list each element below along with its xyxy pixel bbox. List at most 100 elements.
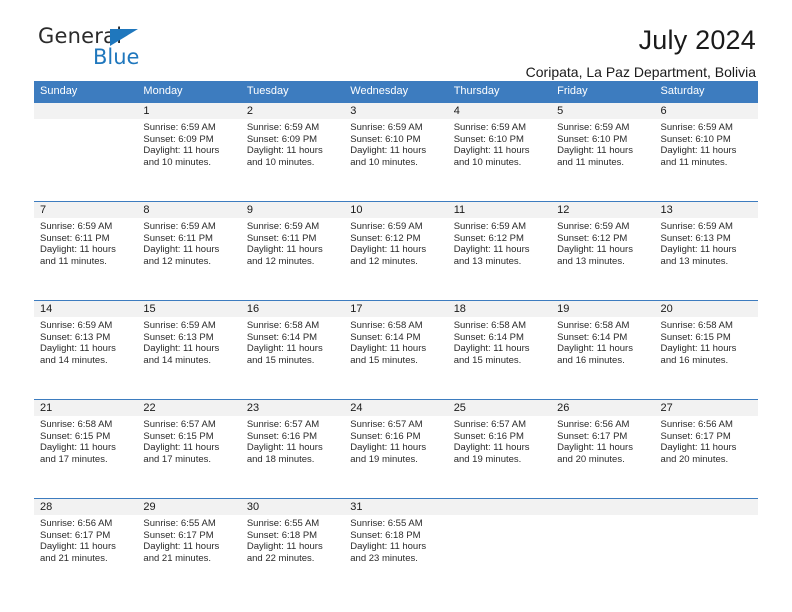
daylight-text-line2: and 13 minutes.: [660, 256, 729, 268]
daylight-text-line1: Daylight: 11 hours: [246, 145, 323, 157]
day-cell-inner: 22 Sunrise: 6:57 AM Sunset: 6:15 PM Dayligh…: [137, 399, 241, 488]
day-number: 21: [34, 400, 138, 416]
daylight-text-line2: and 16 minutes.: [557, 355, 625, 367]
sunset-text: Sunset: 6:11 PM: [143, 232, 213, 244]
calendar-day-cell[interactable]: 17 Sunrise: 6:58 AM Sunset: 6:14 PM Dayligh…: [344, 300, 448, 390]
calendar-day-cell[interactable]: 30 Sunrise: 6:55 AM Sunset: 6:18 PM Dayligh…: [240, 498, 345, 588]
calendar-day-cell[interactable]: 23 Sunrise: 6:57 AM Sunset: 6:16 PM Dayligh…: [240, 399, 345, 489]
daylight-text-line1: Daylight: 11 hours: [143, 343, 220, 355]
calendar-day-cell[interactable]: 12 Sunrise: 6:59 AM Sunset: 6:12 PM Dayligh…: [551, 201, 655, 291]
sunrise-text: Sunrise: 6:55 AM: [350, 518, 423, 529]
calendar-day-cell[interactable]: 3 Sunrise: 6:59 AM Sunset: 6:10 PM Daylight…: [344, 102, 448, 192]
day-number: 30: [240, 499, 345, 515]
week-spacer-cell: [34, 291, 758, 300]
day-details: Sunrise: 6:58 AM Sunset: 6:14 PM Daylight:…: [448, 317, 551, 367]
week-spacer-row: [34, 192, 758, 201]
calendar-day-cell[interactable]: 29 Sunrise: 6:55 AM Sunset: 6:17 PM Dayligh…: [137, 498, 241, 588]
sunset-text: Sunset: 6:17 PM: [40, 529, 111, 541]
general-blue-logo[interactable]: General Blue: [34, 24, 164, 70]
sunset-text: Sunset: 6:10 PM: [660, 133, 731, 145]
daylight-text-line2: and 15 minutes.: [246, 355, 315, 367]
calendar-day-cell[interactable]: 24 Sunrise: 6:57 AM Sunset: 6:16 PM Dayligh…: [344, 399, 448, 489]
day-number: 23: [240, 400, 345, 416]
calendar-day-cell[interactable]: 5 Sunrise: 6:59 AM Sunset: 6:10 PM Daylight…: [551, 102, 655, 192]
calendar-day-cell[interactable]: 31 Sunrise: 6:55 AM Sunset: 6:18 PM Dayligh…: [344, 498, 448, 588]
day-details: Sunrise: 6:56 AM Sunset: 6:17 PM Daylight:…: [551, 416, 654, 466]
week-spacer-cell: [34, 192, 758, 201]
calendar-header-row-group: Sunday Monday Tuesday Wednesday Thursday…: [34, 81, 758, 102]
day-cell-inner: 23 Sunrise: 6:57 AM Sunset: 6:16 PM Dayligh…: [240, 399, 345, 488]
day-details: Sunrise: 6:59 AM Sunset: 6:12 PM Daylight:…: [551, 218, 654, 268]
page-title: July 2024: [638, 25, 756, 55]
daylight-text-line2: and 23 minutes.: [350, 553, 418, 565]
calendar-day-cell[interactable]: 18 Sunrise: 6:58 AM Sunset: 6:14 PM Dayligh…: [447, 300, 552, 390]
weekday-header-wednesday: Wednesday: [344, 81, 448, 102]
calendar-day-cell[interactable]: 8 Sunrise: 6:59 AM Sunset: 6:11 PM Daylight…: [137, 201, 241, 291]
calendar-day-cell[interactable]: 21 Sunrise: 6:58 AM Sunset: 6:15 PM Dayligh…: [34, 399, 138, 489]
daylight-text-line2: and 11 minutes.: [40, 256, 107, 268]
sunrise-text: Sunrise: 6:57 AM: [246, 419, 320, 430]
sunrise-text: Sunrise: 6:59 AM: [660, 122, 733, 133]
calendar-day-cell[interactable]: 20 Sunrise: 6:58 AM Sunset: 6:15 PM Dayligh…: [654, 300, 758, 390]
day-number: 20: [654, 301, 758, 317]
day-cell-inner: 10 Sunrise: 6:59 AM Sunset: 6:12 PM Dayligh…: [344, 201, 448, 290]
calendar-day-cell[interactable]: 7 Sunrise: 6:59 AM Sunset: 6:11 PM Daylight…: [34, 201, 138, 291]
week-spacer-cell: [34, 489, 758, 498]
calendar-day-cell[interactable]: 10 Sunrise: 6:59 AM Sunset: 6:12 PM Dayligh…: [344, 201, 448, 291]
calendar-day-cell[interactable]: 25 Sunrise: 6:57 AM Sunset: 6:16 PM Dayligh…: [447, 399, 552, 489]
day-cell-inner: 8 Sunrise: 6:59 AM Sunset: 6:11 PM Daylight…: [137, 201, 241, 290]
day-details: Sunrise: 6:59 AM Sunset: 6:10 PM Daylight:…: [551, 119, 654, 169]
day-number: 27: [654, 400, 758, 416]
calendar-day-cell[interactable]: 27 Sunrise: 6:56 AM Sunset: 6:17 PM Dayligh…: [654, 399, 758, 489]
daylight-text-line1: Daylight: 11 hours: [350, 541, 427, 553]
sunset-text: Sunset: 6:13 PM: [40, 331, 111, 343]
daylight-text-line1: Daylight: 11 hours: [557, 244, 633, 256]
calendar-day-cell[interactable]: 28 Sunrise: 6:56 AM Sunset: 6:17 PM Dayligh…: [34, 498, 138, 588]
daylight-text-line2: and 10 minutes.: [143, 157, 212, 169]
calendar-day-cell[interactable]: 4 Sunrise: 6:59 AM Sunset: 6:10 PM Daylight…: [447, 102, 552, 192]
day-details: Sunrise: 6:59 AM Sunset: 6:11 PM Daylight:…: [34, 218, 137, 268]
day-details: Sunrise: 6:59 AM Sunset: 6:13 PM Daylight:…: [137, 317, 240, 367]
day-details: Sunrise: 6:59 AM Sunset: 6:11 PM Daylight:…: [137, 218, 240, 268]
calendar-day-cell[interactable]: 9 Sunrise: 6:59 AM Sunset: 6:11 PM Daylight…: [240, 201, 345, 291]
calendar-day-cell[interactable]: 14 Sunrise: 6:59 AM Sunset: 6:13 PM Dayligh…: [34, 300, 138, 390]
calendar-day-cell[interactable]: 16 Sunrise: 6:58 AM Sunset: 6:14 PM Dayligh…: [240, 300, 345, 390]
sunrise-text: Sunrise: 6:59 AM: [557, 221, 630, 232]
calendar-day-cell[interactable]: 22 Sunrise: 6:57 AM Sunset: 6:15 PM Dayligh…: [137, 399, 241, 489]
calendar-day-cell[interactable]: 15 Sunrise: 6:59 AM Sunset: 6:13 PM Dayligh…: [137, 300, 241, 390]
weekday-header-sunday: Sunday: [34, 81, 138, 102]
day-number: [654, 499, 758, 515]
day-number: 11: [447, 202, 552, 218]
daylight-text-line2: and 21 minutes.: [40, 553, 108, 565]
calendar-day-cell[interactable]: 6 Sunrise: 6:59 AM Sunset: 6:10 PM Daylight…: [654, 102, 758, 192]
calendar-day-cell[interactable]: 1 Sunrise: 6:59 AM Sunset: 6:09 PM Daylight…: [137, 102, 241, 192]
calendar-day-cell[interactable]: 19 Sunrise: 6:58 AM Sunset: 6:14 PM Dayligh…: [551, 300, 655, 390]
daylight-text-line2: and 19 minutes.: [350, 454, 418, 466]
daylight-text-line1: Daylight: 11 hours: [143, 145, 220, 157]
day-number: [447, 499, 552, 515]
day-details: Sunrise: 6:59 AM Sunset: 6:11 PM Daylight:…: [241, 218, 344, 268]
page-header: General Blue July 2024 Coripata, La Paz …: [34, 0, 758, 80]
day-details: Sunrise: 6:56 AM Sunset: 6:17 PM Daylight:…: [655, 416, 758, 466]
calendar-day-cell[interactable]: 26 Sunrise: 6:56 AM Sunset: 6:17 PM Dayligh…: [551, 399, 655, 489]
sunrise-text: Sunrise: 6:59 AM: [350, 221, 423, 232]
daylight-text-line1: Daylight: 11 hours: [143, 244, 220, 256]
calendar-day-cell[interactable]: 13 Sunrise: 6:59 AM Sunset: 6:13 PM Dayligh…: [654, 201, 758, 291]
day-details: Sunrise: 6:57 AM Sunset: 6:16 PM Daylight:…: [241, 416, 344, 466]
calendar-day-cell[interactable]: 2 Sunrise: 6:59 AM Sunset: 6:09 PM Daylight…: [240, 102, 345, 192]
weekday-header-monday: Monday: [137, 81, 241, 102]
daylight-text-line1: Daylight: 11 hours: [40, 541, 116, 553]
sunrise-text: Sunrise: 6:56 AM: [660, 419, 733, 430]
sunset-text: Sunset: 6:11 PM: [246, 232, 317, 244]
day-cell-inner: 29 Sunrise: 6:55 AM Sunset: 6:17 PM Dayligh…: [137, 498, 241, 587]
day-cell-inner: 28 Sunrise: 6:56 AM Sunset: 6:17 PM Dayligh…: [34, 498, 138, 587]
calendar-day-cell: [654, 498, 758, 588]
day-number: 7: [34, 202, 138, 218]
daylight-text-line2: and 22 minutes.: [246, 553, 315, 565]
daylight-text-line1: Daylight: 11 hours: [350, 442, 427, 454]
day-cell-inner: 24 Sunrise: 6:57 AM Sunset: 6:16 PM Dayligh…: [344, 399, 448, 488]
calendar-day-cell[interactable]: 11 Sunrise: 6:59 AM Sunset: 6:12 PM Dayligh…: [447, 201, 552, 291]
daylight-text-line2: and 11 minutes.: [660, 157, 728, 169]
daylight-text-line1: Daylight: 11 hours: [143, 541, 220, 553]
sunrise-text: Sunrise: 6:57 AM: [350, 419, 423, 430]
